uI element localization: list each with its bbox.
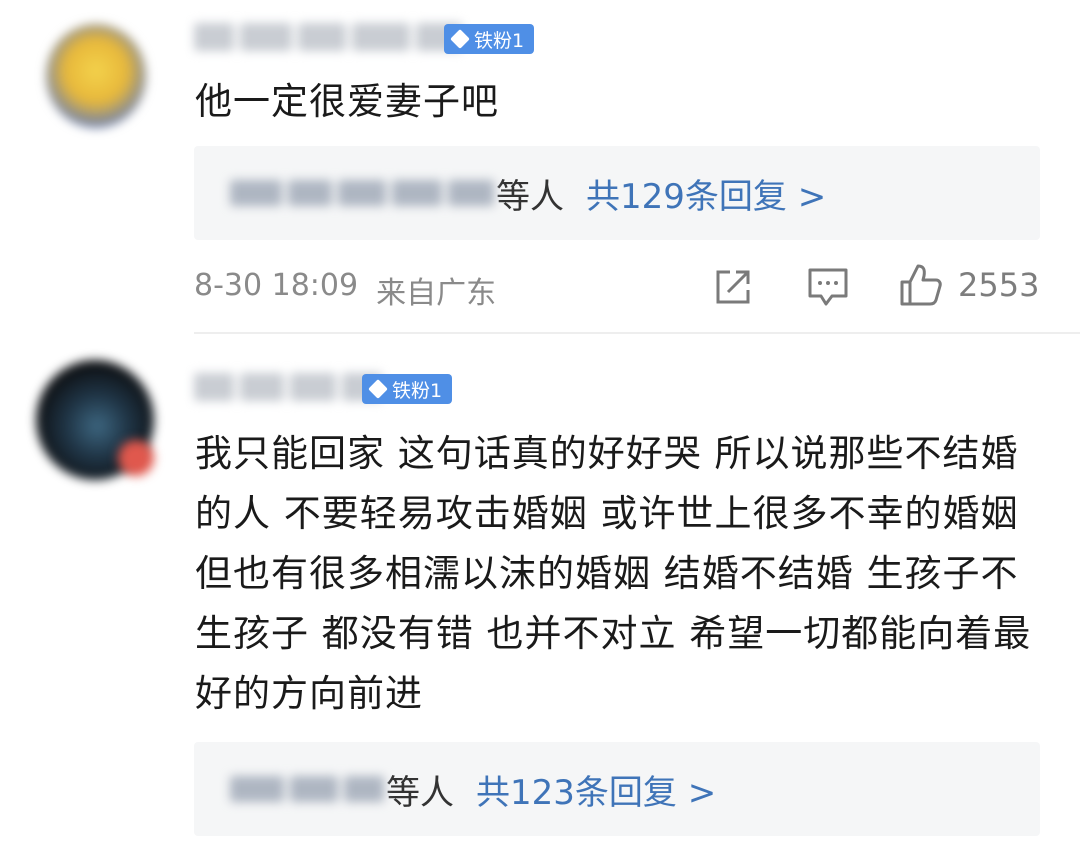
reply-summary[interactable]: 等人 共129条回复 > — [194, 146, 1040, 240]
fan-badge-label: 铁粉1 — [474, 29, 525, 52]
reply-count-link[interactable]: 共129条回复 > — [586, 169, 826, 218]
reply-others-label: 等人 — [496, 176, 564, 217]
reply-usernames — [230, 776, 384, 802]
reply-usernames — [230, 180, 494, 206]
timestamp: 8-30 18:09 — [194, 268, 359, 303]
reply-summary[interactable]: 等人 共123条回复 > — [194, 742, 1040, 836]
diamond-icon — [450, 29, 470, 49]
like-button[interactable]: 2553 — [898, 262, 1039, 308]
reply-count-link[interactable]: 共123条回复 > — [476, 765, 716, 814]
share-button[interactable] — [712, 266, 754, 308]
location: 来自广东 — [376, 276, 497, 311]
comment-button[interactable] — [806, 266, 850, 308]
share-icon — [716, 270, 750, 304]
fan-badge[interactable]: 铁粉1 — [444, 24, 535, 54]
like-icon — [900, 264, 942, 306]
like-count: 2553 — [958, 266, 1040, 304]
comment-meta: 8-30 18:09 来自广东 — [194, 268, 496, 312]
comment-divider — [194, 332, 1080, 334]
diamond-icon — [368, 379, 388, 399]
fan-badge[interactable]: 铁粉1 — [362, 374, 453, 404]
comment-text: 我只能回家 这句话真的好好哭 所以说那些不结婚的人 不要轻易攻击婚姻 或许世上很… — [195, 432, 1032, 715]
username[interactable] — [194, 20, 462, 54]
fan-badge-label: 铁粉1 — [392, 379, 443, 402]
reply-others-label: 等人 — [386, 772, 454, 813]
comment-icon — [808, 268, 848, 306]
avatar[interactable] — [46, 24, 146, 128]
comment-text: 他一定很爱妻子吧 — [195, 80, 499, 123]
username[interactable] — [194, 370, 382, 404]
avatar-badge — [118, 440, 154, 476]
